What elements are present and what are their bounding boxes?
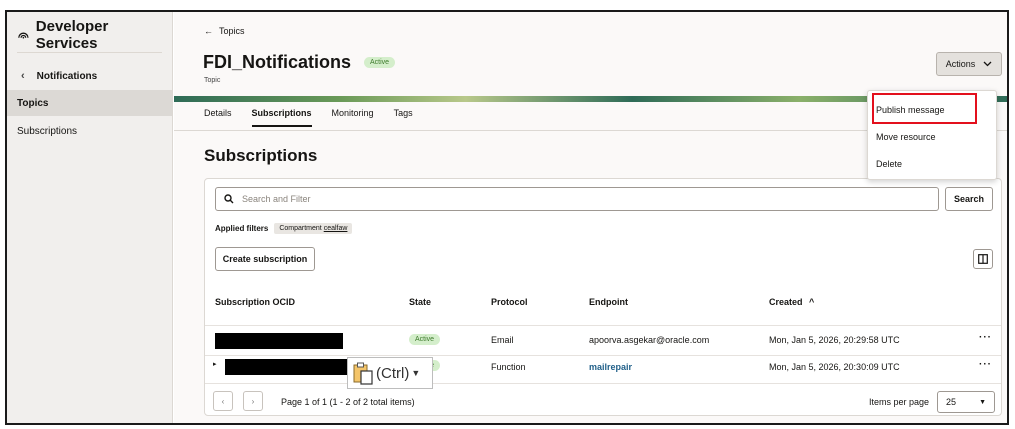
expand-row-icon[interactable]: ▸ [213,360,217,368]
column-settings-button[interactable] [973,249,993,269]
back-to-topics-link[interactable]: ← Topics [204,26,245,36]
tab-monitoring[interactable]: Monitoring [332,108,374,127]
sidebar-item-topics[interactable]: Topics [7,90,172,116]
tab-bar: Details Subscriptions Monitoring Tags [204,108,413,127]
endpoint-link[interactable]: mailrepair [589,362,632,372]
items-per-page-label: Items per page [869,397,930,407]
cloud-service-icon [18,32,29,39]
actions-label: Actions [945,59,976,69]
sidebar: Developer Services ‹ Notifications Topic… [7,12,173,423]
next-page-button[interactable]: › [243,391,263,411]
column-header-ocid: Subscription OCID [215,297,296,307]
create-subscription-button[interactable]: Create subscription [215,247,315,271]
sidebar-back-notifications[interactable]: ‹ Notifications [21,70,97,82]
column-header-state: State [409,297,432,307]
applied-filters: Applied filters Compartment cealfaw [215,223,353,234]
items-per-page-value: 25 [946,397,957,407]
caret-down-icon: ▼ [979,398,986,406]
tab-subscriptions[interactable]: Subscriptions [251,108,312,127]
search-button[interactable]: Search [945,187,993,211]
menu-item-move-resource[interactable]: Move resource [876,132,936,142]
created-cell: Mon, Jan 5, 2026, 20:29:58 UTC [769,335,900,345]
pagination-summary: Page 1 of 1 (1 - 2 of 2 total items) [281,397,415,407]
previous-page-button[interactable]: ‹ [213,391,233,411]
filter-chip-compartment[interactable]: Compartment cealfaw [274,223,353,234]
paste-options-popup[interactable]: (Ctrl) ▼ [347,357,433,389]
page-title: FDI_Notifications [203,52,352,72]
applied-filters-label: Applied filters [215,224,269,233]
chevron-right-icon: › [251,396,255,406]
protocol-cell: Email [491,335,514,345]
redacted-ocid [215,333,343,349]
main-content: ← Topics FDI_Notifications Active Topic … [174,12,1007,423]
sidebar-divider [17,52,162,53]
search-placeholder: Search and Filter [242,194,311,204]
column-header-protocol: Protocol [491,297,528,307]
state-badge: Active [409,334,441,345]
sidebar-item-label: Topics [17,97,49,109]
chevron-down-icon [983,61,992,67]
row-divider [205,355,1001,356]
tab-details[interactable]: Details [204,108,232,127]
created-cell: Mon, Jan 5, 2026, 20:30:09 UTC [769,362,900,372]
filter-chip-prefix: Compartment [279,225,322,232]
back-link-label: Topics [219,26,245,36]
actions-button[interactable]: Actions [936,52,1002,76]
brand[interactable]: Developer Services [7,12,172,52]
sidebar-item-label: Subscriptions [17,125,78,137]
caret-down-icon: ▼ [411,368,421,378]
sidebar-item-subscriptions[interactable]: Subscriptions [7,118,172,144]
sidebar-back-label: Notifications [36,70,98,82]
row-actions-kebab-icon[interactable]: ··· [979,332,992,343]
tab-tags[interactable]: Tags [394,108,413,127]
sort-ascending-icon: ^ [809,297,815,307]
created-header-label: Created [769,297,803,307]
row-divider [205,383,1001,384]
filter-chip-value: cealfaw [323,225,348,232]
items-per-page-select[interactable]: 25 ▼ [937,391,995,413]
row-actions-kebab-icon[interactable]: ··· [979,359,992,370]
protocol-cell: Function [491,362,526,372]
status-badge: Active [364,57,396,68]
section-title: Subscriptions [204,146,318,165]
row-divider [205,325,1001,326]
highlight-annotation [872,93,977,124]
redacted-ocid [225,359,351,375]
page-subtitle: Topic [204,77,221,84]
subscriptions-card: Search and Filter Search Applied filters… [204,178,1002,416]
chevron-left-icon: ‹ [21,70,25,82]
column-header-endpoint: Endpoint [589,297,628,307]
search-input[interactable]: Search and Filter [215,187,939,211]
menu-item-delete[interactable]: Delete [876,159,902,169]
paste-shortcut-label: (Ctrl) [376,364,410,382]
brand-title: Developer Services [35,18,109,52]
endpoint-cell: apoorva.asgekar@oracle.com [589,335,710,345]
window-frame: Developer Services ‹ Notifications Topic… [5,10,1009,425]
columns-icon [978,254,988,264]
search-icon [224,194,234,204]
arrow-left-icon: ← [204,26,213,36]
clipboard-icon [353,362,373,385]
chevron-left-icon: ‹ [221,396,225,406]
column-header-created[interactable]: Created ^ [769,297,814,307]
